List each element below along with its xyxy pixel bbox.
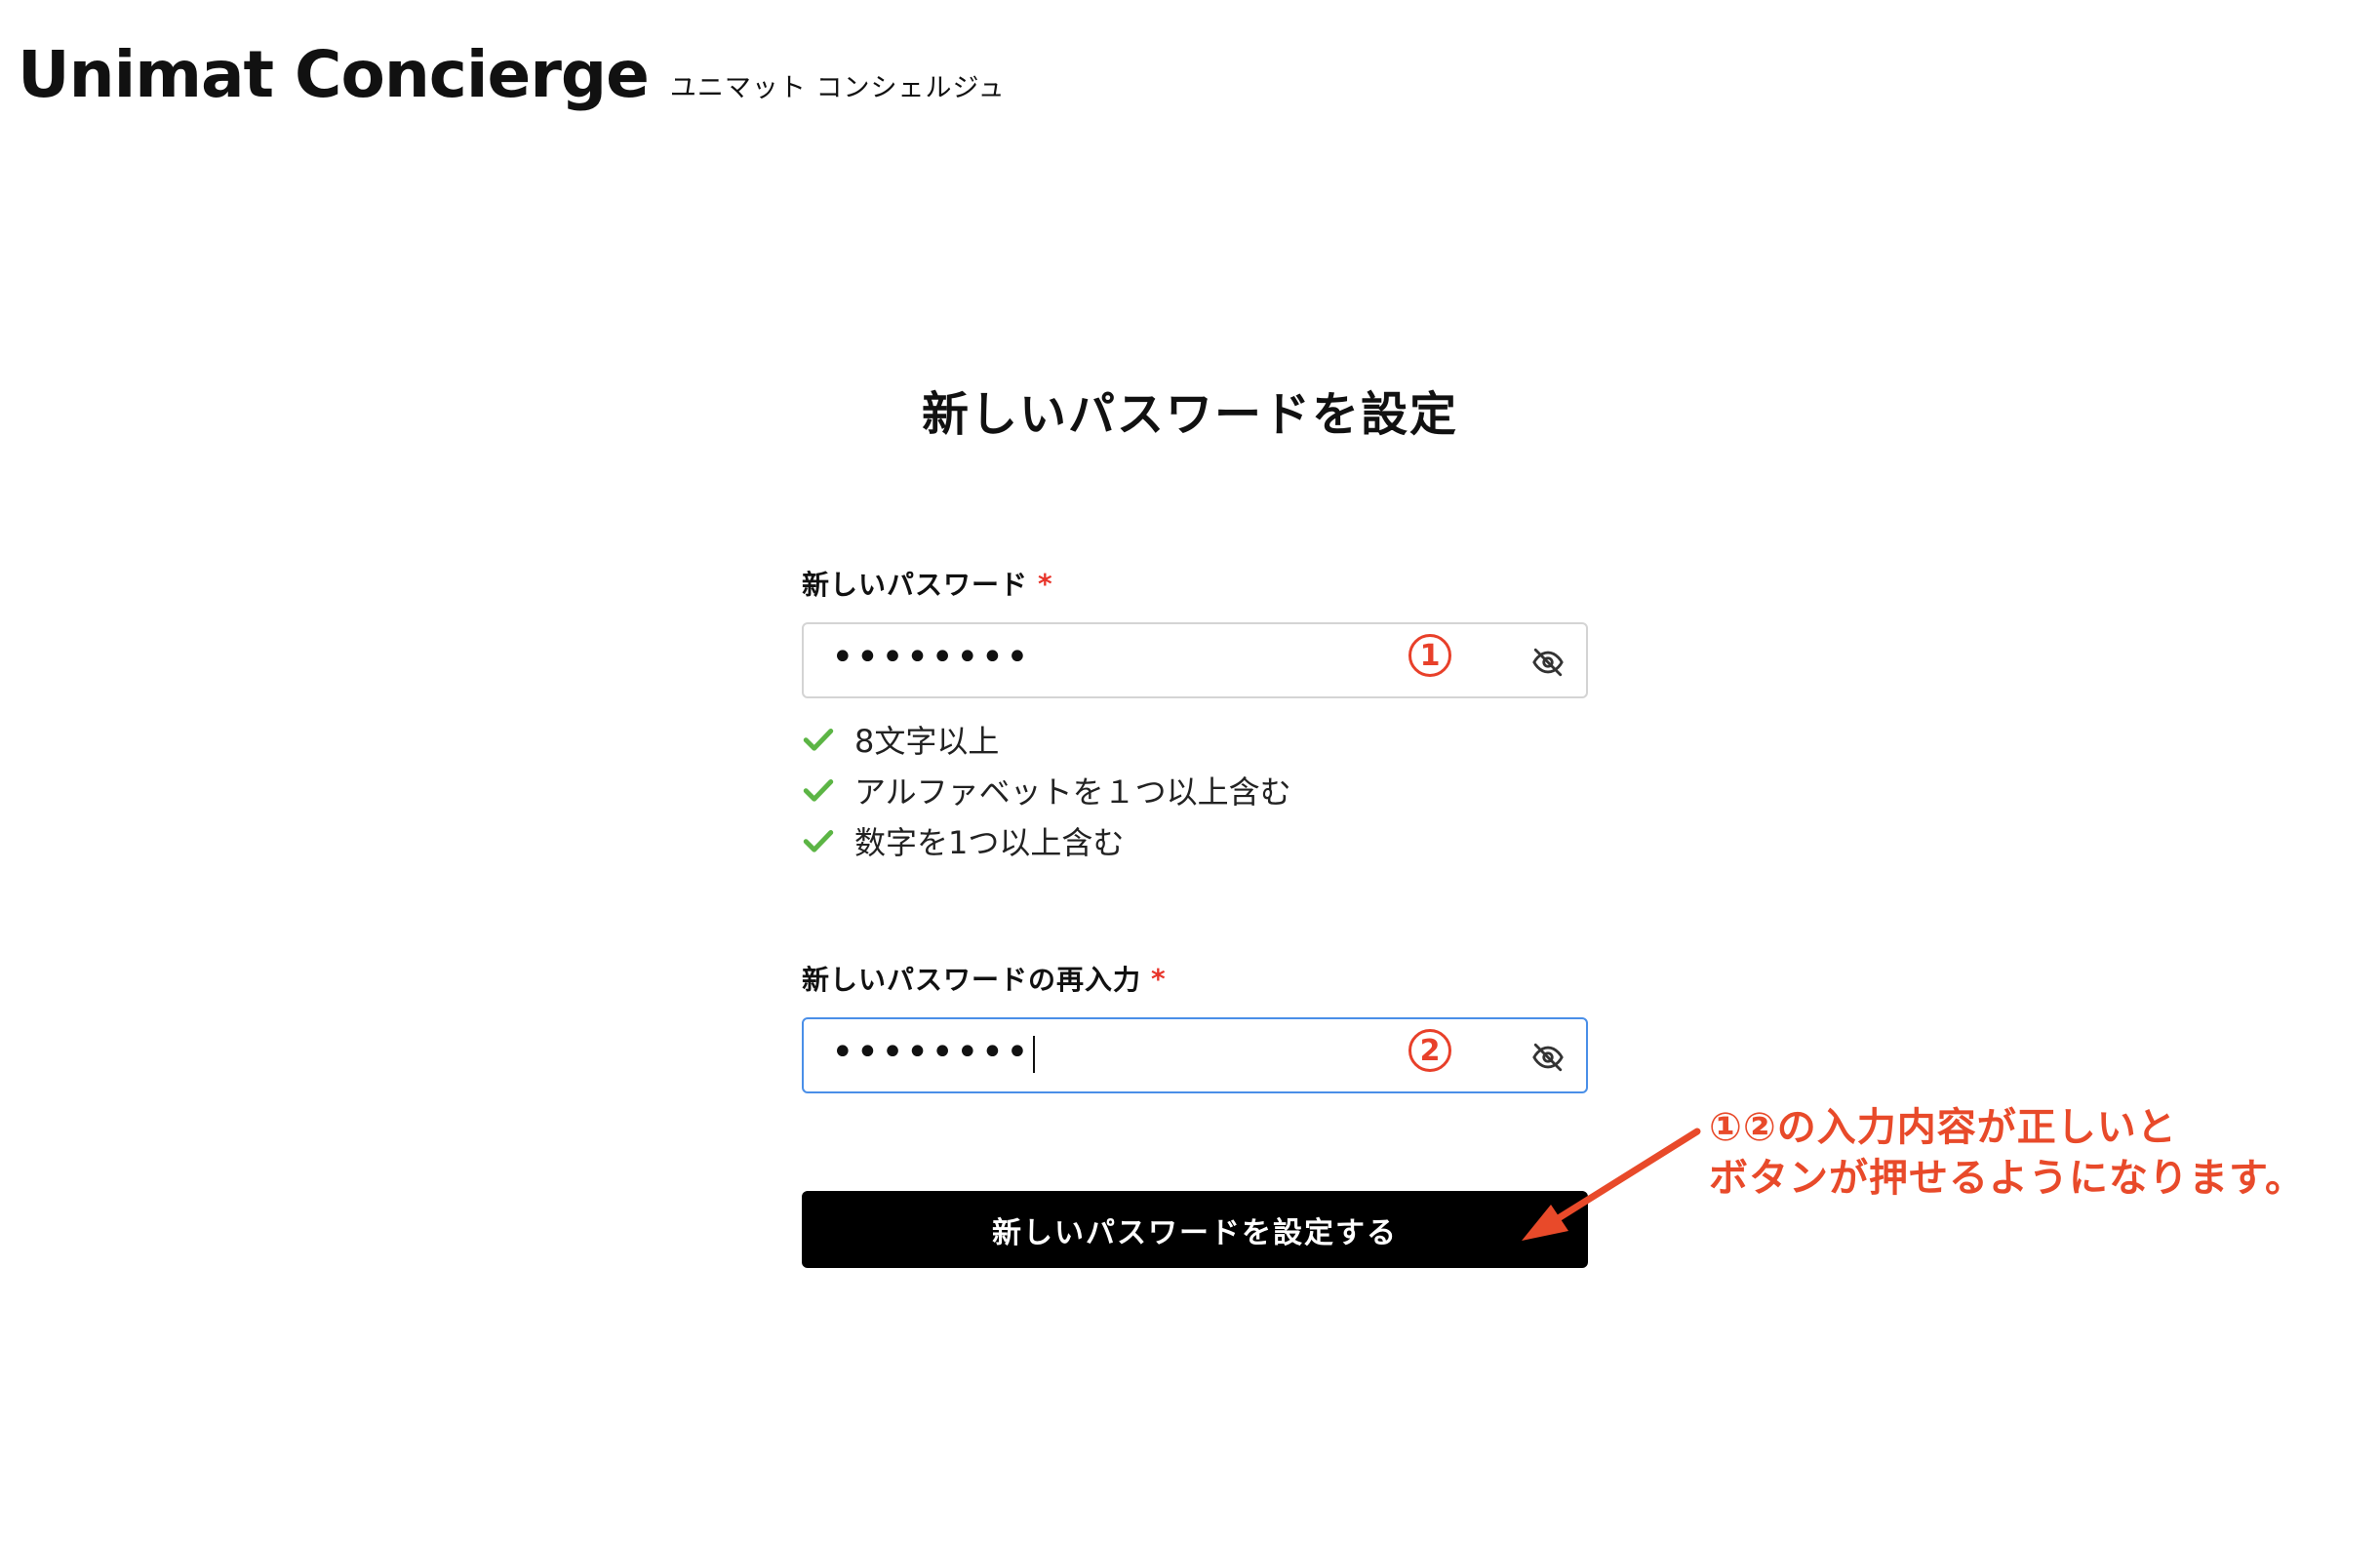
annotation-marker-1: 1 [1408, 634, 1451, 677]
check-icon [803, 779, 834, 802]
confirm-password-dots: •••••••• [831, 1030, 1031, 1075]
set-password-button[interactable]: 新しいパスワードを設定する [802, 1191, 1588, 1268]
confirm-password-label-text: 新しいパスワードの再入力 [802, 964, 1142, 996]
new-password-label-text: 新しいパスワード [802, 569, 1029, 601]
annotation-line-2: ボタンが押せるようになります。 [1709, 1156, 2305, 1201]
rule-item: 数字を1つ以上含む [802, 815, 1588, 866]
check-icon [803, 729, 834, 751]
logo-text: Unimat Concierge [18, 37, 650, 112]
eye-off-icon[interactable] [1531, 646, 1565, 679]
annotation-line-1: ①②の入力内容が正しいと [1709, 1105, 2177, 1150]
confirm-password-label: 新しいパスワードの再入力 * [802, 959, 1588, 998]
page-title: 新しいパスワードを設定 [921, 387, 1458, 442]
rule-text: 数字を1つ以上含む [854, 824, 1125, 861]
confirm-password-group: 新しいパスワードの再入力 * •••••••• 2 [802, 959, 1588, 1093]
confirm-password-input[interactable]: •••••••• 2 [802, 1017, 1588, 1093]
logo[interactable]: Unimat Concierge ユニマット コンシェルジュ [18, 37, 1006, 112]
logo-subtitle: ユニマット コンシェルジュ [669, 73, 1006, 103]
text-caret [1032, 1036, 1035, 1073]
annotation-marker-2: 2 [1408, 1029, 1451, 1072]
new-password-input[interactable]: •••••••• 1 [802, 622, 1588, 698]
required-mark: * [1038, 567, 1053, 600]
confirm-password-value: •••••••• [831, 1033, 1035, 1073]
check-icon [803, 830, 834, 852]
annotation-note: ①②の入力内容が正しいと ボタンが押せるようになります。 [1709, 1102, 2305, 1204]
annotation-arrow-icon [1522, 1128, 1701, 1241]
required-mark: * [1151, 962, 1167, 995]
page: Unimat Concierge ユニマット コンシェルジュ 新しいパスワードを… [0, 0, 2380, 1545]
rule-item: アルファベットを１つ以上含む [802, 765, 1588, 815]
rule-text: アルファベットを１つ以上含む [854, 773, 1291, 811]
rule-item: 8文字以上 [802, 714, 1588, 765]
new-password-value: •••••••• [831, 635, 1031, 680]
rule-text: 8文字以上 [854, 723, 1000, 760]
new-password-label: 新しいパスワード * [802, 564, 1588, 603]
eye-off-icon[interactable] [1531, 1041, 1565, 1074]
password-rules: 8文字以上 アルファベットを１つ以上含む 数字を1つ以上含む [802, 714, 1588, 866]
new-password-group: 新しいパスワード * •••••••• 1 8文字以上 アルファベットを１つ以上… [802, 564, 1588, 866]
